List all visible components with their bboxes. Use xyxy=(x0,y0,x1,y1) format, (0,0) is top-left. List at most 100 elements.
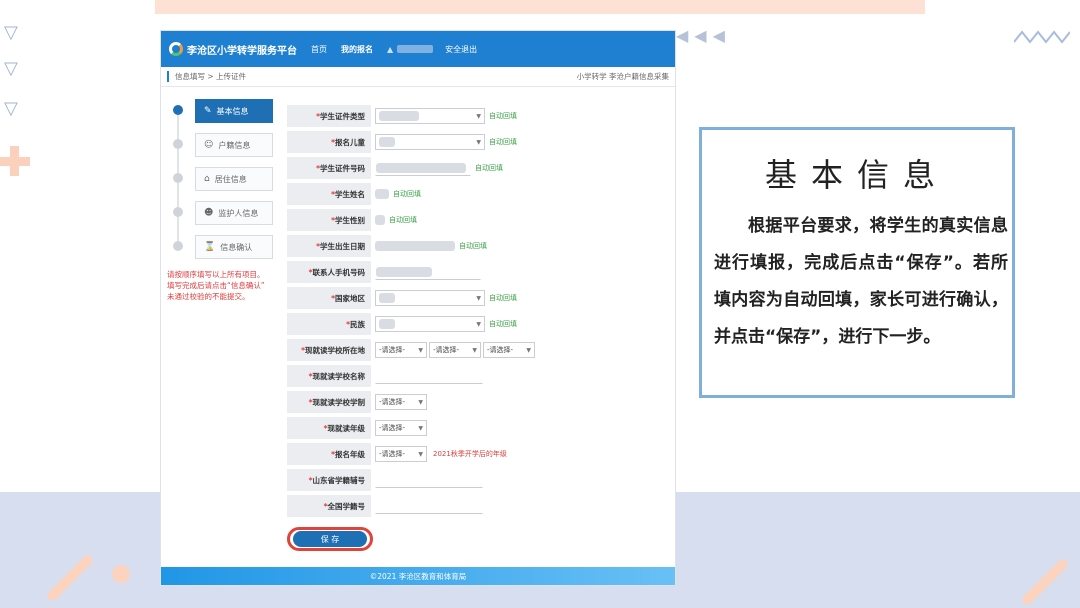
step-dot xyxy=(173,173,183,183)
redacted-value xyxy=(375,189,389,199)
field-label: * 现就读学校所在地 xyxy=(287,339,371,361)
form-row: * 现就读学校所在地 -请选择- ▼ -请选择- ▼ -请选择- ▼ xyxy=(287,337,673,363)
platform-logo-icon xyxy=(169,42,183,56)
decor-triangle-icon: ▽ xyxy=(4,98,18,119)
auto-fill-tag: 自动回填 xyxy=(489,138,517,146)
redacted-value xyxy=(376,267,432,277)
form-row: * 学生证件号码 自动回填 xyxy=(287,155,673,181)
step-confirm-info[interactable]: ⌛ 信息确认 xyxy=(167,233,275,267)
form-row: * 学生性别 自动回填 xyxy=(287,207,673,233)
auto-fill-tag: 自动回填 xyxy=(489,112,517,120)
field-label: * 学生出生日期 xyxy=(287,235,371,257)
field-label: * 学生性别 xyxy=(287,209,371,231)
step-label: 户籍信息 xyxy=(218,140,251,150)
nav-logout[interactable]: 安全退出 xyxy=(445,44,477,55)
school-system-select[interactable]: -请选择- ▼ xyxy=(375,394,427,410)
field-label: * 学生证件号码 xyxy=(287,157,371,179)
field-label: * 现就读学校名称 xyxy=(287,365,371,387)
nav-home[interactable]: 首页 xyxy=(311,44,327,55)
step-dot xyxy=(173,105,183,115)
form-row: * 报名年级 -请选择- ▼ 2021秋季开学后的年级 xyxy=(287,441,673,467)
field-label: * 民族 xyxy=(287,313,371,335)
decor-top-band xyxy=(155,0,925,14)
field-label: * 学生证件类型 xyxy=(287,105,371,127)
chevron-down-icon: ▼ xyxy=(418,346,423,354)
save-button[interactable]: 保 存 xyxy=(293,531,367,547)
step-basic-info[interactable]: ✎ 基本信息 xyxy=(167,97,275,139)
step-label: 居住信息 xyxy=(214,174,247,184)
national-student-id-field[interactable] xyxy=(375,498,483,514)
cert-type-select[interactable]: ▼ xyxy=(375,108,485,124)
step-box[interactable]: ✎ 基本信息 xyxy=(195,99,273,123)
field-label: * 山东省学籍辅号 xyxy=(287,469,371,491)
decor-triangle-icon: ▽ xyxy=(4,22,18,43)
field-label: * 国家地区 xyxy=(287,287,371,309)
hourglass-icon: ⌛ xyxy=(204,242,216,252)
decor-dot xyxy=(112,565,130,583)
step-household-info[interactable]: ☺ 户籍信息 xyxy=(167,131,275,173)
auto-fill-tag: 自动回填 xyxy=(459,242,487,250)
city-select[interactable]: -请选择- ▼ xyxy=(429,342,481,358)
chevron-down-icon: ▼ xyxy=(418,398,423,406)
field-label: * 联系人手机号码 xyxy=(287,261,371,283)
chevron-down-icon: ▼ xyxy=(476,112,481,120)
step-dot xyxy=(173,139,183,149)
nav-user-redacted[interactable] xyxy=(397,45,434,53)
page-context: 小学转学 李沧户籍信息采集 xyxy=(576,72,669,81)
caret-up-icon: ▲ xyxy=(387,44,394,54)
redacted-value xyxy=(379,293,395,303)
cert-number-field[interactable] xyxy=(375,160,471,176)
person-icon: ☺ xyxy=(204,140,214,150)
form-row: * 现就读学校名称 xyxy=(287,363,673,389)
platform-screenshot: 李沧区小学转学服务平台 首页 我的报名 ▲ 安全退出 信息填写 > 上传证件 小… xyxy=(160,30,676,586)
decor-plus-icon xyxy=(0,146,30,176)
guardian-icon: ☻ xyxy=(204,208,214,218)
redacted-value xyxy=(375,241,455,251)
field-label: * 学生姓名 xyxy=(287,183,371,205)
edit-icon: ✎ xyxy=(204,106,212,116)
child-select[interactable]: ▼ xyxy=(375,134,485,150)
district-select[interactable]: -请选择- ▼ xyxy=(483,342,535,358)
redacted-value xyxy=(375,215,385,225)
chevron-down-icon: ▼ xyxy=(526,346,531,354)
step-box[interactable]: ⌛ 信息确认 xyxy=(195,235,273,259)
school-name-field[interactable] xyxy=(375,368,483,384)
step-label: 基本信息 xyxy=(216,106,249,116)
field-label: * 现就读学校学制 xyxy=(287,391,371,413)
ethnicity-select[interactable]: ▼ xyxy=(375,316,485,332)
panel-body: 根据平台要求，将学生的真实信息进行填报，完成后点击“保存”。若所填内容为自动回填… xyxy=(714,216,1008,347)
panel-title: 基本信息 xyxy=(764,156,949,194)
phone-field[interactable] xyxy=(375,264,481,280)
explanation-panel: 基本信息 根据平台要求，将学生的真实信息进行填报，完成后点击“保存”。若所填内容… xyxy=(699,127,1015,398)
instruction-note: 请按顺序填写以上所有项目。 填写完成后请点击“信息确认” 未通过校验的不能提交。 xyxy=(167,270,265,301)
redacted-value xyxy=(376,163,466,173)
step-box[interactable]: ☻ 监护人信息 xyxy=(195,201,273,225)
field-label: * 报名年级 xyxy=(287,443,371,465)
chevron-down-icon: ▼ xyxy=(476,138,481,146)
decor-arrows-icon: ◀◀◀ xyxy=(676,26,731,45)
step-box[interactable]: ⌂ 居住信息 xyxy=(195,167,273,191)
step-guardian-info[interactable]: ☻ 监护人信息 xyxy=(167,199,275,241)
basic-info-form: * 学生证件类型 ▼ 自动回填 * 报名儿童 ▼ 自动回填 * 学生证件号码 自动回填 *… xyxy=(287,103,673,551)
chevron-down-icon: ▼ xyxy=(418,450,423,458)
step-dot xyxy=(173,241,183,251)
chevron-down-icon: ▼ xyxy=(476,294,481,302)
decor-triangle-icon: ▽ xyxy=(4,58,18,79)
form-row: * 学生姓名 自动回填 xyxy=(287,181,673,207)
province-select[interactable]: -请选择- ▼ xyxy=(375,342,427,358)
breadcrumb-bar: 信息填写 > 上传证件 小学转学 李沧户籍信息采集 xyxy=(161,67,675,87)
step-residence-info[interactable]: ⌂ 居住信息 xyxy=(167,165,275,207)
apply-grade-select[interactable]: -请选择- ▼ xyxy=(375,446,427,462)
step-box[interactable]: ☺ 户籍信息 xyxy=(195,133,273,157)
auto-fill-tag: 自动回填 xyxy=(489,294,517,302)
chevron-down-icon: ▼ xyxy=(476,320,481,328)
shandong-student-id-field[interactable] xyxy=(375,472,483,488)
form-row: * 现就读年级 -请选择- ▼ xyxy=(287,415,673,441)
nav-my-registration[interactable]: 我的报名 xyxy=(341,44,373,55)
current-grade-select[interactable]: -请选择- ▼ xyxy=(375,420,427,436)
auto-fill-tag: 自动回填 xyxy=(393,190,421,198)
breadcrumb: 信息填写 > 上传证件 xyxy=(167,71,246,82)
auto-fill-tag: 自动回填 xyxy=(389,216,417,224)
form-row: * 国家地区 ▼ 自动回填 xyxy=(287,285,673,311)
country-select[interactable]: ▼ xyxy=(375,290,485,306)
